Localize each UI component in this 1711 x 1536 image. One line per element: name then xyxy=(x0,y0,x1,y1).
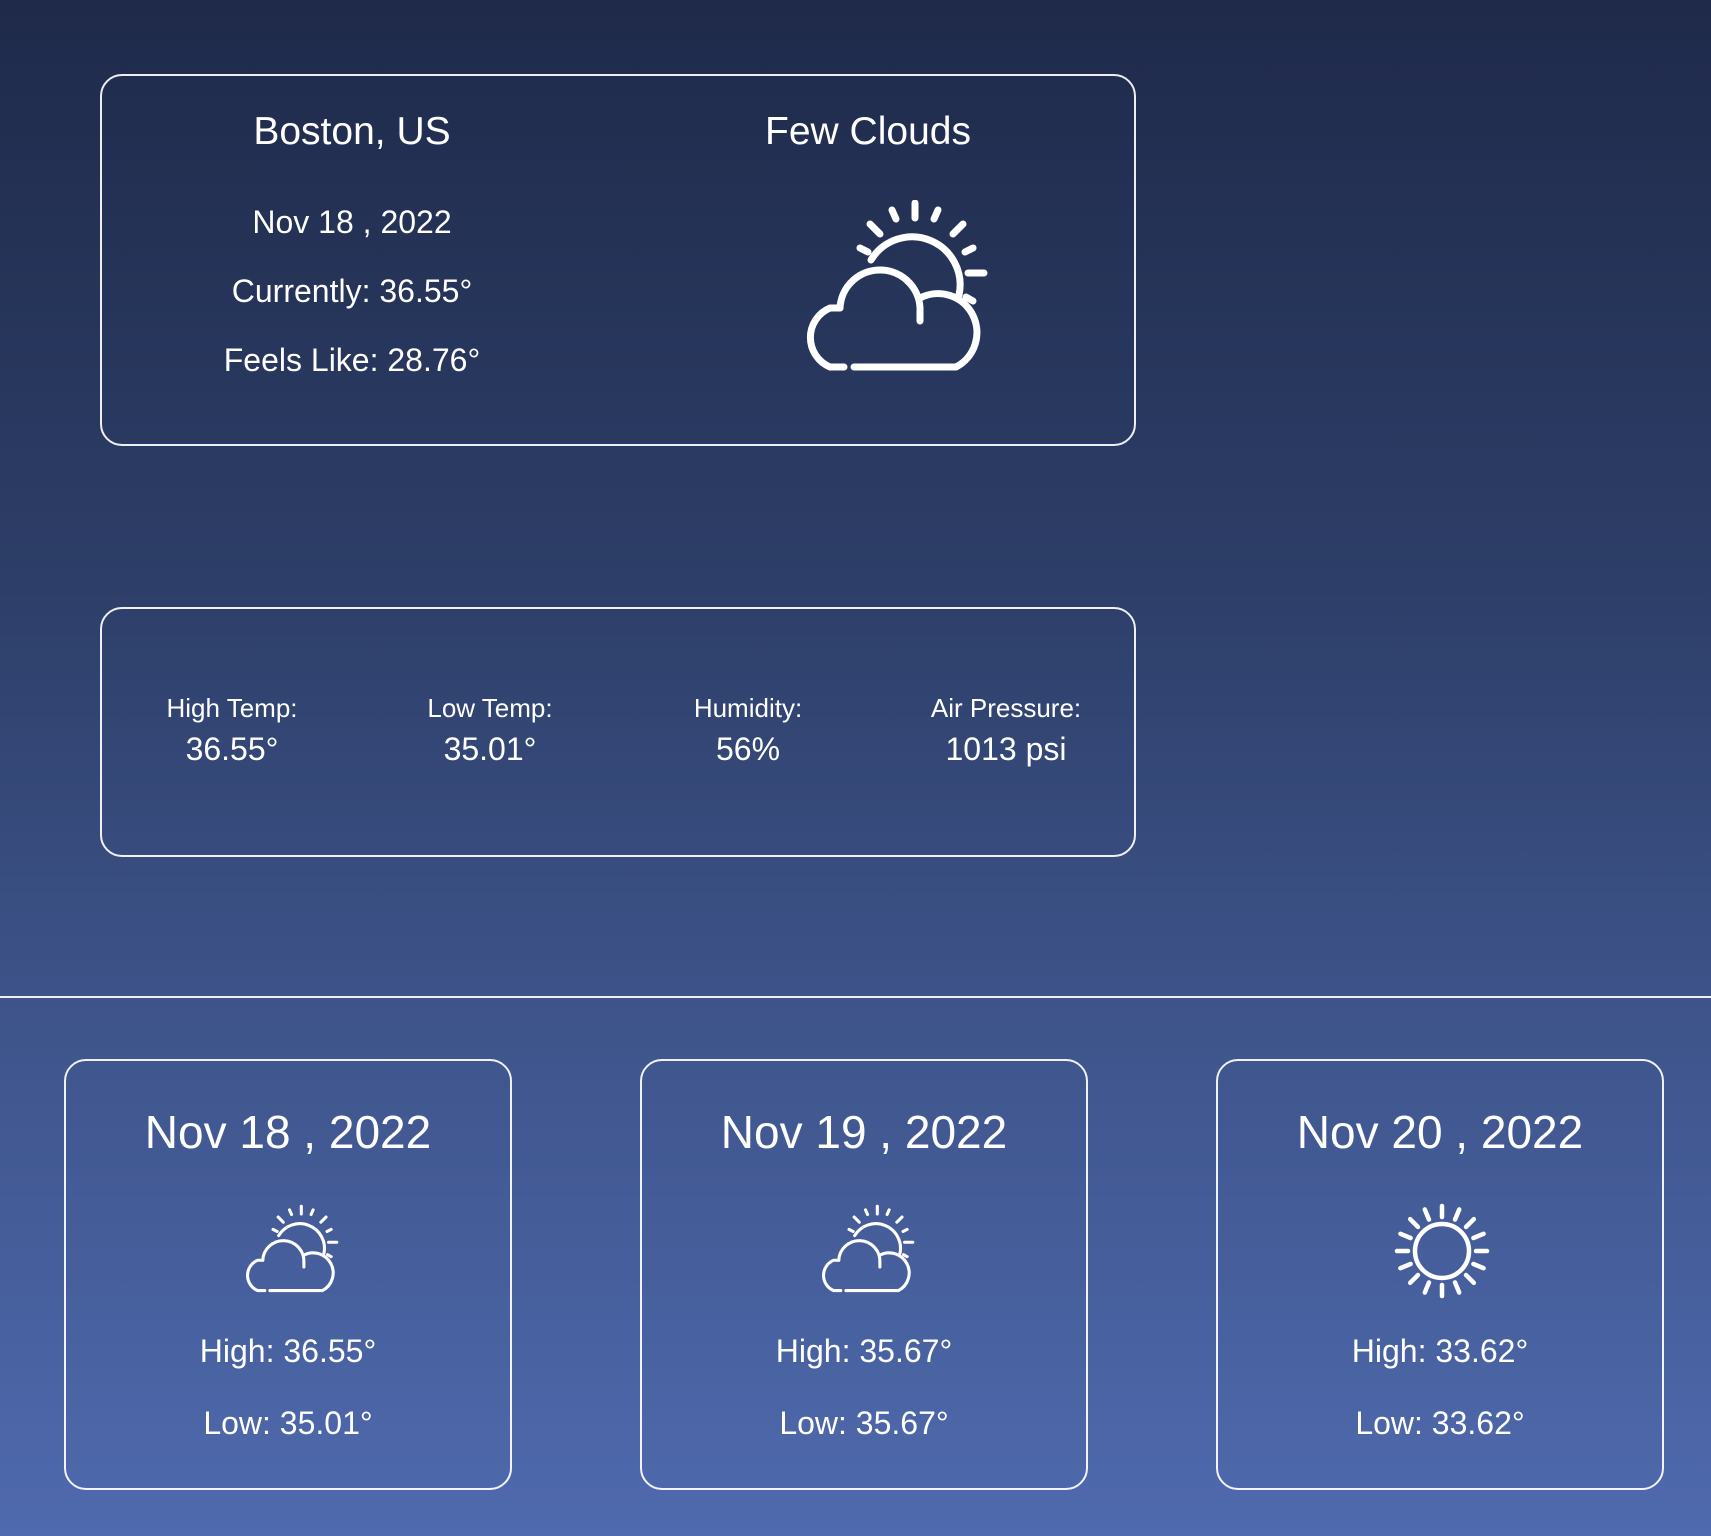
partly-cloudy-icon xyxy=(806,200,988,371)
section-divider xyxy=(0,996,1711,998)
forecast-card: Nov 19 , 2022 High: 35.67° Low: 35.67° xyxy=(640,1059,1088,1490)
condition-text: Few Clouds xyxy=(765,110,971,153)
forecast-date: Nov 19 , 2022 xyxy=(720,1106,1008,1158)
current-temperature: Currently: 36.55° xyxy=(231,273,473,309)
stat-air-pressure: Air Pressure: 1013 psi xyxy=(886,695,1126,765)
partly-cloudy-icon xyxy=(821,1204,915,1293)
stat-value: 35.01° xyxy=(443,731,537,767)
stat-label: High Temp: xyxy=(166,693,298,723)
weather-stats-card: High Temp: 36.55° Low Temp: 35.01° Humid… xyxy=(100,607,1136,857)
stat-label: Humidity: xyxy=(693,693,803,723)
stat-low-temp: Low Temp: 35.01° xyxy=(370,695,610,765)
stat-value: 1013 psi xyxy=(945,731,1067,767)
stat-label: Air Pressure: xyxy=(930,693,1082,723)
forecast-low: Low: 35.67° xyxy=(779,1405,949,1441)
forecast-card: Nov 20 , 2022 High: 33.62° Low: 33.62° xyxy=(1216,1059,1664,1490)
forecast-date: Nov 18 , 2022 xyxy=(144,1106,432,1158)
forecast-low: Low: 35.01° xyxy=(203,1405,373,1441)
forecast-low: Low: 33.62° xyxy=(1355,1405,1525,1441)
forecast-high: High: 35.67° xyxy=(775,1333,953,1369)
forecast-high: High: 33.62° xyxy=(1351,1333,1529,1369)
partly-cloudy-icon xyxy=(245,1204,339,1293)
stat-high-temp: High Temp: 36.55° xyxy=(112,695,352,765)
forecast-date: Nov 20 , 2022 xyxy=(1296,1106,1584,1158)
stat-value: 36.55° xyxy=(185,731,279,767)
current-weather-card: Boston, US Nov 18 , 2022 Currently: 36.5… xyxy=(100,74,1136,446)
feels-like-temperature: Feels Like: 28.76° xyxy=(223,342,481,378)
stat-value: 56% xyxy=(715,731,781,767)
current-date: Nov 18 , 2022 xyxy=(252,204,452,240)
stat-label: Low Temp: xyxy=(427,693,553,723)
forecast-card: Nov 18 , 2022 High: 36.55° Low: 35.01° xyxy=(64,1059,512,1490)
stat-humidity: Humidity: 56% xyxy=(628,695,868,765)
sun-icon xyxy=(1394,1203,1490,1299)
city-name: Boston, US xyxy=(253,110,451,153)
forecast-high: High: 36.55° xyxy=(199,1333,377,1369)
